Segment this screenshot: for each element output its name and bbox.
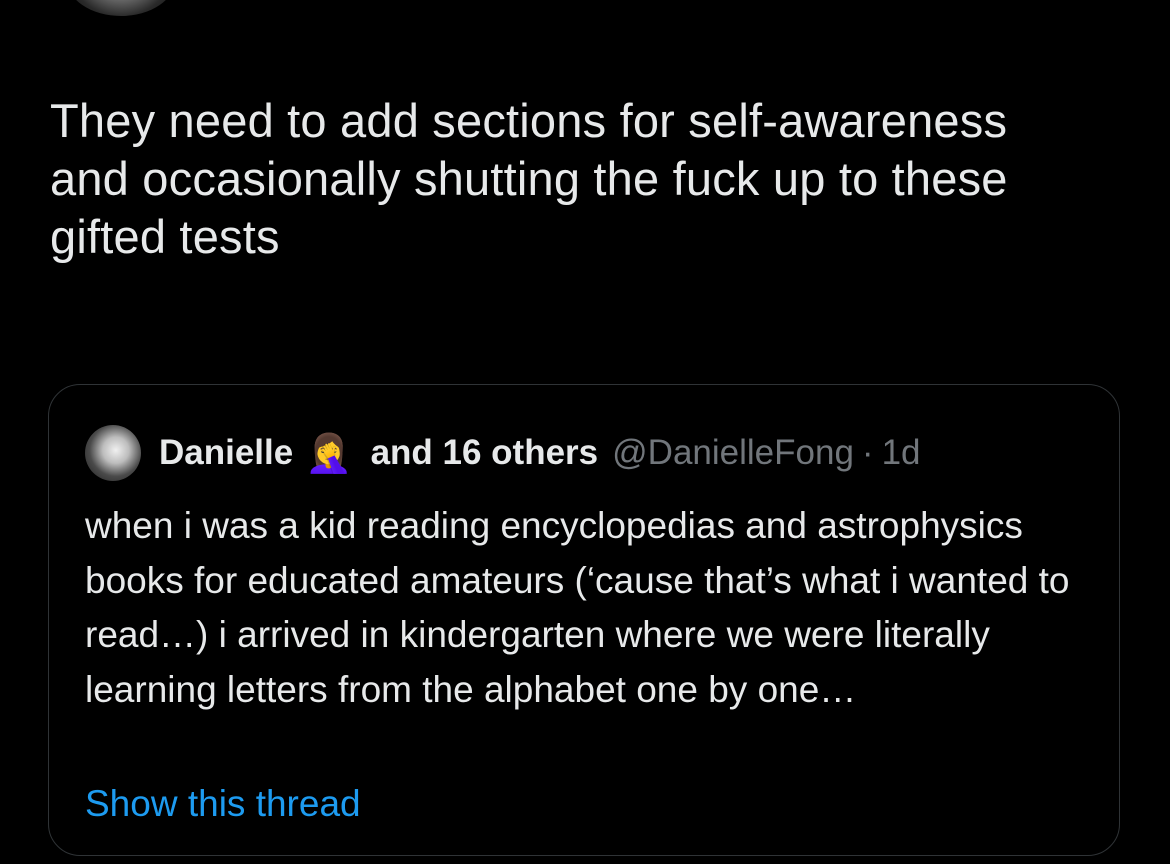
quoted-tweet-card[interactable]: Danielle 🤦‍♀️ and 16 others @DanielleFon…	[48, 384, 1120, 856]
show-thread-link[interactable]: Show this thread	[85, 783, 361, 825]
author-avatar[interactable]	[66, 0, 176, 16]
quoted-tweet-text: when i was a kid reading encyclopedias a…	[85, 505, 1070, 710]
quoted-author-avatar[interactable]	[85, 425, 141, 481]
quoted-author-others[interactable]: and 16 others	[371, 433, 599, 473]
quoted-author-handle[interactable]: @DanielleFong	[612, 433, 854, 473]
tweet-text: They need to add sections for self-aware…	[50, 94, 1008, 263]
quoted-author-name[interactable]: Danielle	[159, 433, 293, 473]
facepalm-emoji-icon: 🤦‍♀️	[305, 431, 353, 475]
header-separator: ·	[861, 433, 874, 472]
quoted-tweet-timestamp[interactable]: 1d	[882, 433, 921, 473]
quoted-tweet-header: Danielle 🤦‍♀️ and 16 others @DanielleFon…	[85, 425, 921, 481]
